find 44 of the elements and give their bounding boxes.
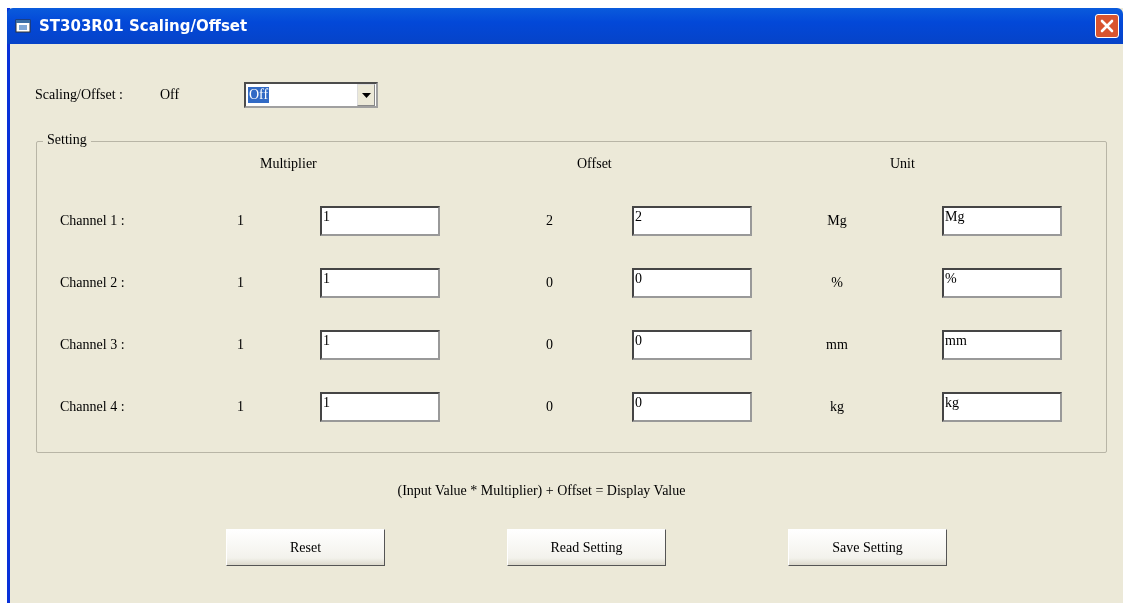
multiplier-input[interactable]: 1	[320, 206, 440, 236]
unit-input[interactable]: Mg	[942, 206, 1062, 236]
offset-input[interactable]: 2	[632, 206, 752, 236]
offset-value: 0	[545, 337, 554, 353]
column-header: Multiplier	[259, 156, 318, 173]
unit-input[interactable]: %	[942, 268, 1062, 298]
multiplier-input[interactable]: 1	[320, 268, 440, 298]
formula-text: (Input Value * Multiplier) + Offset = Display Value	[396, 483, 687, 499]
multiplier-value: 1	[236, 213, 245, 229]
offset-input[interactable]: 0	[632, 268, 752, 298]
unit-input[interactable]: mm	[942, 330, 1062, 360]
window-icon	[15, 19, 31, 33]
group-title: Setting	[43, 132, 91, 148]
multiplier-input[interactable]: 1	[320, 392, 440, 422]
multiplier-input[interactable]: 1	[320, 330, 440, 360]
action-button[interactable]: Save Setting	[788, 529, 947, 566]
action-button[interactable]: Reset	[226, 529, 385, 566]
close-icon	[1100, 19, 1114, 33]
unit-value: kg	[829, 399, 845, 415]
offset-value: 0	[545, 275, 554, 291]
close-button[interactable]	[1095, 14, 1119, 38]
dropdown-value: Off	[248, 87, 270, 103]
column-header: Offset	[576, 156, 613, 173]
unit-value: Mg	[826, 213, 848, 229]
multiplier-value: 1	[236, 275, 245, 291]
unit-input[interactable]: kg	[942, 392, 1062, 422]
multiplier-value: 1	[236, 337, 245, 353]
window-title: ST303R01 Scaling/Offset	[39, 17, 249, 35]
offset-value: 0	[545, 399, 554, 415]
field-label: Scaling/Offset :	[35, 87, 124, 103]
offset-value: 2	[545, 213, 554, 229]
multiplier-value: 1	[236, 399, 245, 415]
offset-input[interactable]: 0	[632, 392, 752, 422]
unit-value: %	[830, 275, 844, 291]
mode-dropdown[interactable]: Off	[244, 82, 378, 108]
current-value: Off	[160, 87, 181, 103]
channel-label: Channel 4 :	[60, 399, 126, 415]
unit-value: mm	[825, 337, 849, 353]
channel-label: Channel 1 :	[60, 213, 126, 229]
offset-input[interactable]: 0	[632, 330, 752, 360]
channel-label: Channel 2 :	[60, 275, 126, 291]
channel-label: Channel 3 :	[60, 337, 126, 353]
column-header: Unit	[889, 156, 916, 173]
action-button[interactable]: Read Setting	[507, 529, 666, 566]
